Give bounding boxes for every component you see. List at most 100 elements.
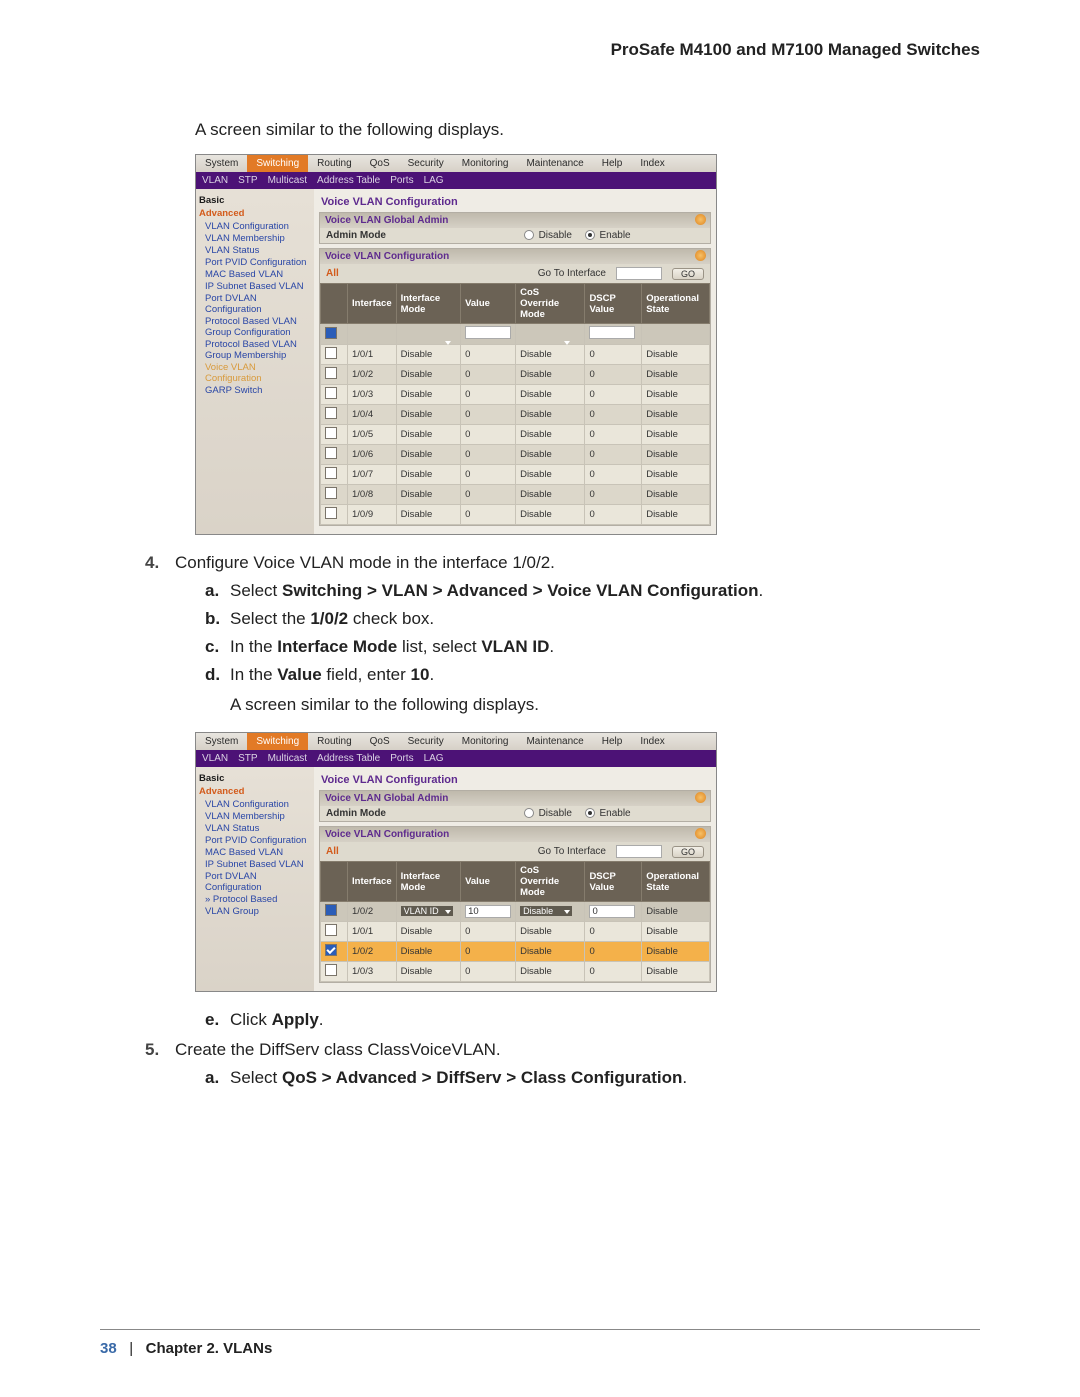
radio-disable[interactable] — [524, 230, 534, 240]
select-all-checkbox[interactable] — [325, 327, 337, 339]
tab-routing[interactable]: Routing — [308, 155, 360, 172]
tab-maintenance[interactable]: Maintenance — [517, 155, 592, 172]
cell-interface: 1/0/7 — [348, 465, 397, 485]
subtab-lag[interactable]: LAG — [424, 175, 444, 186]
sidebar-item[interactable]: VLAN Membership — [205, 811, 311, 822]
cell-dscp: 0 — [585, 445, 642, 465]
radio-enable[interactable] — [585, 230, 595, 240]
row-checkbox[interactable] — [325, 507, 337, 519]
sidebar-item[interactable]: VLAN Status — [205, 823, 311, 834]
sidebar-basic[interactable]: Basic — [199, 773, 311, 784]
row-checkbox[interactable] — [325, 387, 337, 399]
subtab-vlan[interactable]: VLAN — [202, 753, 228, 764]
help-icon[interactable] — [695, 828, 706, 839]
tab-monitoring[interactable]: Monitoring — [453, 733, 518, 750]
sidebar-item[interactable]: IP Subnet Based VLAN — [205, 281, 311, 292]
tab-switching[interactable]: Switching — [247, 733, 308, 750]
radio-enable[interactable] — [585, 808, 595, 818]
step-4-cont: e.Click Apply. — [145, 1010, 980, 1030]
cell-mode: Disable — [396, 485, 460, 505]
subtab-stp[interactable]: STP — [238, 753, 257, 764]
goto-input[interactable] — [616, 845, 662, 858]
row-checkbox[interactable] — [325, 407, 337, 419]
tab-index[interactable]: Index — [631, 155, 673, 172]
sidebar-item[interactable]: Port DVLAN Configuration — [205, 871, 311, 893]
sidebar-item[interactable]: VLAN Configuration — [205, 799, 311, 810]
goto-input[interactable] — [616, 267, 662, 280]
subtab-ports[interactable]: Ports — [390, 175, 413, 186]
sidebar-item[interactable]: Port PVID Configuration — [205, 257, 311, 268]
row-checkbox[interactable] — [325, 924, 337, 936]
bold: Interface Mode — [277, 637, 397, 656]
all-link[interactable]: All — [326, 268, 339, 279]
sidebar-item-protocol-based[interactable]: » Protocol Based — [205, 894, 311, 905]
tab-help[interactable]: Help — [593, 733, 632, 750]
subtab-ports[interactable]: Ports — [390, 753, 413, 764]
row-checkbox[interactable] — [325, 944, 337, 956]
tab-maintenance[interactable]: Maintenance — [517, 733, 592, 750]
subtab-address-table[interactable]: Address Table — [317, 753, 380, 764]
select-all-checkbox[interactable] — [325, 904, 337, 916]
help-icon[interactable] — [695, 250, 706, 261]
sidebar-item[interactable]: MAC Based VLAN — [205, 269, 311, 280]
sidebar-advanced[interactable]: Advanced — [199, 786, 311, 797]
tab-monitoring[interactable]: Monitoring — [453, 155, 518, 172]
dscp-input[interactable]: 0 — [589, 905, 635, 918]
help-icon[interactable] — [695, 792, 706, 803]
tab-help[interactable]: Help — [593, 155, 632, 172]
value-input[interactable]: 10 — [465, 905, 511, 918]
panel-header: Voice VLAN Global Admin — [325, 215, 448, 226]
subtab-vlan[interactable]: VLAN — [202, 175, 228, 186]
sidebar-item[interactable]: VLAN Status — [205, 245, 311, 256]
row-checkbox[interactable] — [325, 367, 337, 379]
tab-index[interactable]: Index — [631, 733, 673, 750]
sidebar-item[interactable]: Port DVLAN Configuration — [205, 293, 311, 315]
radio-disable[interactable] — [524, 808, 534, 818]
tab-qos[interactable]: QoS — [361, 155, 399, 172]
tab-qos[interactable]: QoS — [361, 733, 399, 750]
sidebar-item[interactable]: Protocol Based VLAN Group Configuration — [205, 316, 311, 338]
row-checkbox[interactable] — [325, 347, 337, 359]
sidebar-item[interactable]: GARP Switch — [205, 385, 311, 396]
subtab-multicast[interactable]: Multicast — [268, 175, 307, 186]
go-button[interactable]: GO — [672, 846, 704, 858]
sidebar-item[interactable]: Port PVID Configuration — [205, 835, 311, 846]
dscp-input[interactable] — [589, 326, 635, 339]
row-checkbox[interactable] — [325, 427, 337, 439]
tab-switching[interactable]: Switching — [247, 155, 308, 172]
go-button[interactable]: GO — [672, 268, 704, 280]
interface-mode-dropdown[interactable]: VLAN ID — [401, 906, 453, 916]
help-icon[interactable] — [695, 214, 706, 225]
sidebar-basic[interactable]: Basic — [199, 195, 311, 206]
value-input[interactable] — [465, 326, 511, 339]
screenshot-1: System Switching Routing QoS Security Mo… — [195, 154, 717, 535]
edit-if: 1/0/2 — [348, 902, 397, 922]
subtab-multicast[interactable]: Multicast — [268, 753, 307, 764]
sidebar-item[interactable]: MAC Based VLAN — [205, 847, 311, 858]
sidebar-item[interactable]: VLAN Membership — [205, 233, 311, 244]
subtab-stp[interactable]: STP — [238, 175, 257, 186]
row-checkbox[interactable] — [325, 487, 337, 499]
tab-security[interactable]: Security — [399, 733, 453, 750]
row-checkbox[interactable] — [325, 467, 337, 479]
sidebar-item[interactable]: IP Subnet Based VLAN — [205, 859, 311, 870]
tab-routing[interactable]: Routing — [308, 733, 360, 750]
subtab-address-table[interactable]: Address Table — [317, 175, 380, 186]
row-checkbox[interactable] — [325, 447, 337, 459]
cos-dropdown[interactable]: Disable — [520, 906, 572, 916]
substep-letter: a. — [205, 581, 219, 601]
sidebar-advanced[interactable]: Advanced — [199, 208, 311, 219]
sidebar-item[interactable]: Protocol Based VLAN Group Membership — [205, 339, 311, 361]
cell-dscp: 0 — [585, 942, 642, 962]
table-row: 1/0/6Disable0Disable0Disable — [321, 445, 710, 465]
sidebar-item-vlan-group[interactable]: VLAN Group — [205, 906, 311, 917]
tab-system[interactable]: System — [196, 733, 247, 750]
sidebar-item[interactable]: VLAN Configuration — [205, 221, 311, 232]
panel-voice-vlan-config: Voice VLAN Configuration All Go To Inter… — [319, 826, 711, 983]
tab-security[interactable]: Security — [399, 155, 453, 172]
row-checkbox[interactable] — [325, 964, 337, 976]
subtab-lag[interactable]: LAG — [424, 753, 444, 764]
tab-system[interactable]: System — [196, 155, 247, 172]
sidebar-item-voice-vlan[interactable]: Voice VLAN Configuration — [205, 362, 311, 384]
all-link[interactable]: All — [326, 846, 339, 857]
